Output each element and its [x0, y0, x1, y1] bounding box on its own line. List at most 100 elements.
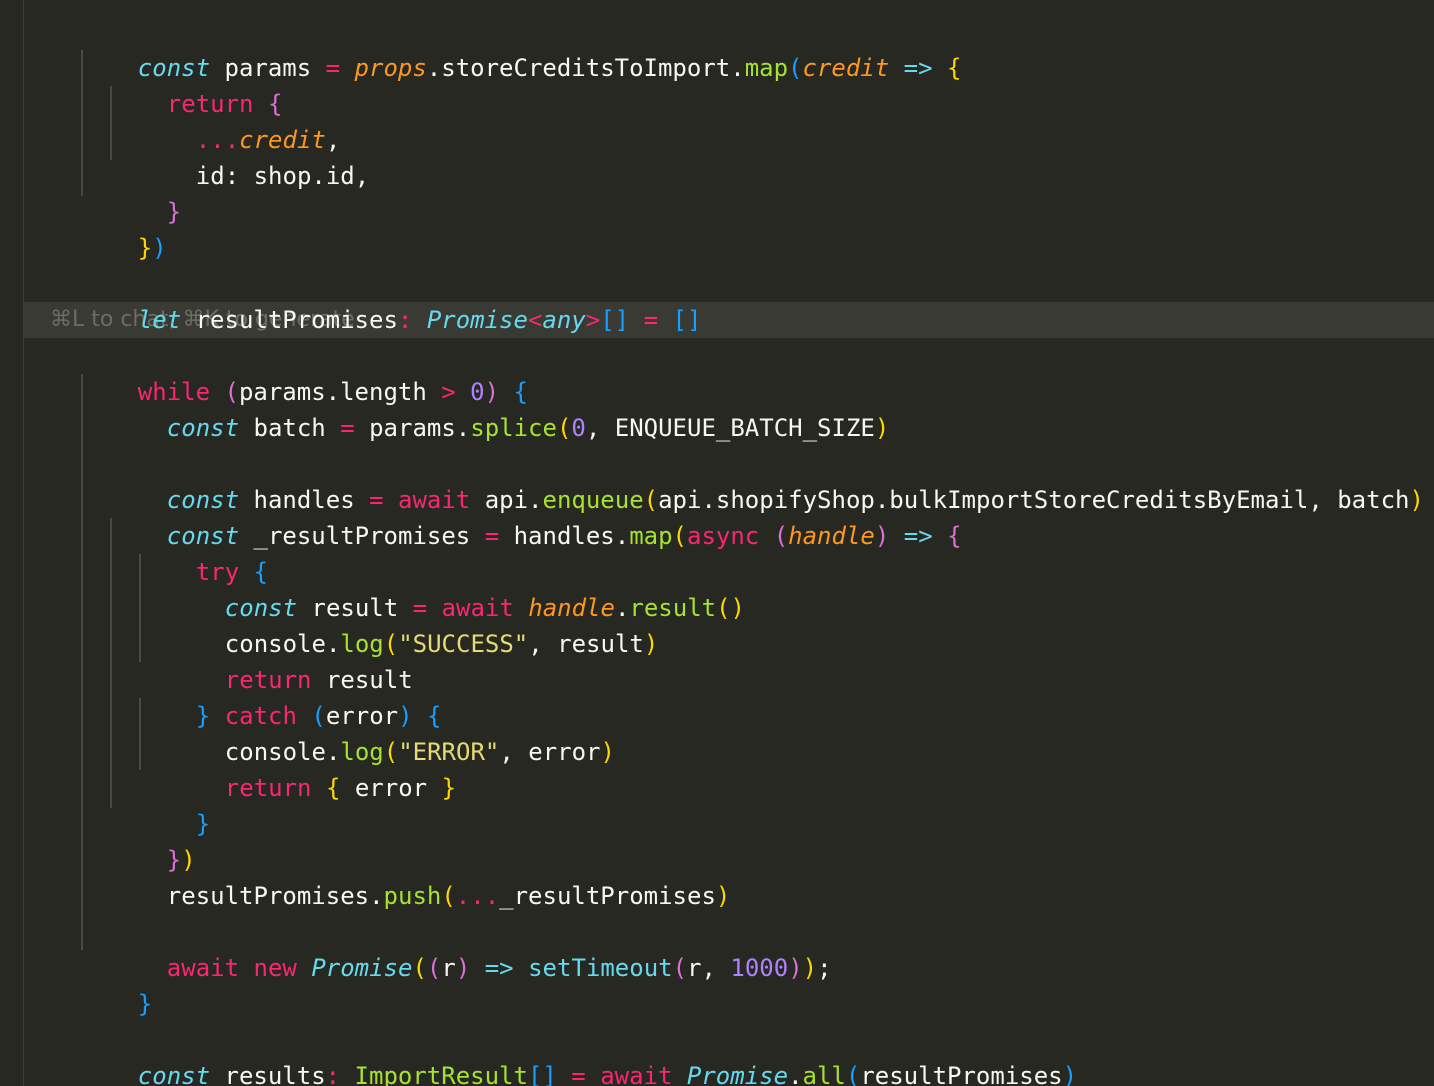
token: splice: [470, 414, 557, 442]
token: const: [166, 414, 240, 442]
code-line[interactable]: resultPromises.push(..._resultPromises): [109, 842, 731, 910]
token: =>: [903, 54, 933, 82]
token: (: [556, 414, 572, 442]
token: id: shop.id,: [195, 162, 370, 190]
token: }: [137, 990, 153, 1018]
code-line[interactable]: }: [109, 158, 181, 226]
code-line[interactable]: return {: [109, 50, 283, 118]
token: (): [716, 594, 746, 622]
code-line[interactable]: }): [109, 806, 196, 874]
token: }: [441, 774, 457, 802]
token: await: [600, 1062, 673, 1086]
token: batch: [239, 414, 341, 442]
code-line[interactable]: id: shop.id,: [138, 122, 369, 190]
code-line[interactable]: console.log("ERROR", error): [167, 698, 615, 766]
token: ...: [455, 882, 500, 910]
indent-guide: [81, 374, 83, 950]
token: {: [325, 774, 341, 802]
token: (: [788, 54, 803, 82]
code-line[interactable]: const batch = params.splice(0, ENQUEUE_B…: [109, 374, 890, 442]
token: new: [253, 954, 297, 982]
code-line[interactable]: ...credit,: [138, 86, 341, 154]
token: resultPromises.: [166, 882, 384, 910]
token: r,: [687, 954, 731, 982]
token: _resultPromises: [499, 882, 716, 910]
token: ImportResult: [354, 1062, 528, 1086]
token: await: [166, 954, 240, 982]
token: Promise: [686, 1062, 789, 1086]
code-line[interactable]: }: [80, 950, 152, 1018]
token: , ENQUEUE_BATCH_SIZE: [585, 414, 875, 442]
token: all: [802, 1062, 846, 1086]
code-editor[interactable]: ⌘L to chat, ⌘K to generate const params …: [0, 0, 1434, 1086]
token: (: [672, 954, 688, 982]
token: ;: [817, 954, 832, 982]
token: ): [455, 954, 471, 982]
token: =: [571, 1062, 586, 1086]
token: .storeCreditsToImport.: [426, 54, 745, 82]
token: ): [1409, 486, 1424, 514]
code-line[interactable]: const _resultPromises = handles.map(asyn…: [109, 482, 962, 550]
code-line[interactable]: await new Promise((r) => setTimeout(r, 1…: [109, 914, 832, 982]
token: params.: [354, 414, 471, 442]
token: }: [137, 234, 153, 262]
token: setTimeout: [528, 954, 673, 982]
code-line[interactable]: const results: ImportResult[] = await Pr…: [80, 1022, 1077, 1086]
code-line[interactable]: return result: [167, 626, 413, 694]
gutter-divider: [23, 0, 24, 1086]
token: any: [542, 306, 586, 334]
token: resultPromises: [860, 1062, 1063, 1086]
token: (: [672, 522, 687, 550]
token: ): [152, 234, 167, 262]
token: results: [210, 1062, 326, 1086]
token: ): [715, 882, 731, 910]
token: credit: [802, 54, 890, 82]
token: const: [137, 1062, 211, 1086]
token: props: [354, 54, 427, 82]
token: _resultPromises: [239, 522, 485, 550]
token: }: [166, 198, 182, 226]
code-line[interactable]: console.log("SUCCESS", result): [167, 590, 659, 658]
token: =: [340, 414, 355, 442]
code-line[interactable]: try {: [138, 518, 268, 586]
token: async: [687, 522, 760, 550]
token: :: [325, 1062, 341, 1086]
token: handle: [788, 522, 875, 550]
token: (: [426, 954, 442, 982]
token: >: [585, 306, 601, 334]
token: r: [441, 954, 456, 982]
token: return: [224, 774, 312, 802]
token: ): [802, 954, 818, 982]
token: , error: [499, 738, 601, 766]
code-line[interactable]: return { error }: [167, 734, 456, 802]
code-line[interactable]: } catch (error) {: [138, 662, 442, 730]
token: =: [325, 54, 341, 82]
code-line[interactable]: const result = await handle.result(): [167, 554, 745, 622]
token: handles.: [499, 522, 630, 550]
code-line[interactable]: }: [138, 770, 210, 838]
token: {: [947, 522, 962, 550]
code-line[interactable]: let resultPromises: Promise<any>[] = []: [80, 266, 702, 334]
token: 1000: [730, 954, 789, 982]
token: (: [845, 1062, 861, 1086]
code-line[interactable]: const handles = await api.enqueue(api.sh…: [109, 446, 1424, 514]
code-line[interactable]: while (params.length > 0) {: [80, 338, 528, 406]
token: []: [600, 306, 630, 334]
code-line[interactable]: }): [80, 194, 167, 262]
token: =>: [903, 522, 933, 550]
code-line[interactable]: const params = props.storeCreditsToImpor…: [80, 14, 962, 82]
